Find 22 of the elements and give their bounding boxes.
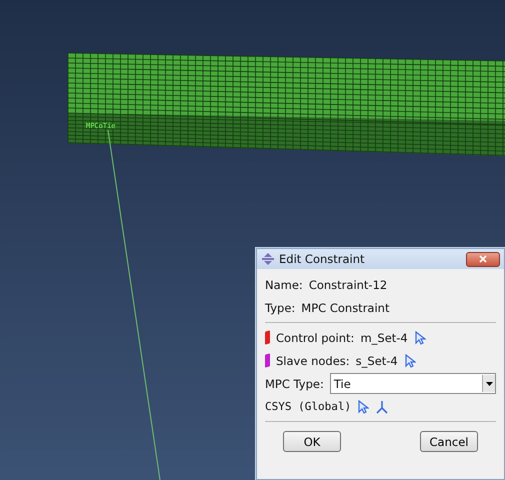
dialog-button[interactable]: Cancel [420,431,478,452]
region-label: Control point: [276,330,354,344]
close-icon [479,255,487,263]
pick-arrow-icon[interactable] [404,354,416,368]
close-button[interactable] [466,252,500,266]
pick-arrow-icon[interactable] [357,400,370,414]
constraint-icon [261,252,275,266]
field-value: MPC Constraint [301,300,390,314]
field-value: Constraint-12 [308,278,388,292]
field-label: Type: [265,300,296,314]
axes-icon[interactable] [375,400,390,414]
dialog-button[interactable]: OK [283,431,341,452]
mpc-type-dropdown[interactable]: Tie [330,373,496,394]
pick-arrow-icon[interactable] [414,330,426,344]
csys-label: CSYS (Global) [265,400,352,413]
region-value: m_Set-4 [360,330,408,344]
region-value: s_Set-4 [356,354,398,368]
region-label: Slave nodes: [276,354,350,368]
caret-icon [486,382,492,386]
dialog-title: Edit Constraint [279,252,366,266]
mpc-type-label: MPC Type: [265,376,324,390]
field-label: Name: [265,278,303,292]
